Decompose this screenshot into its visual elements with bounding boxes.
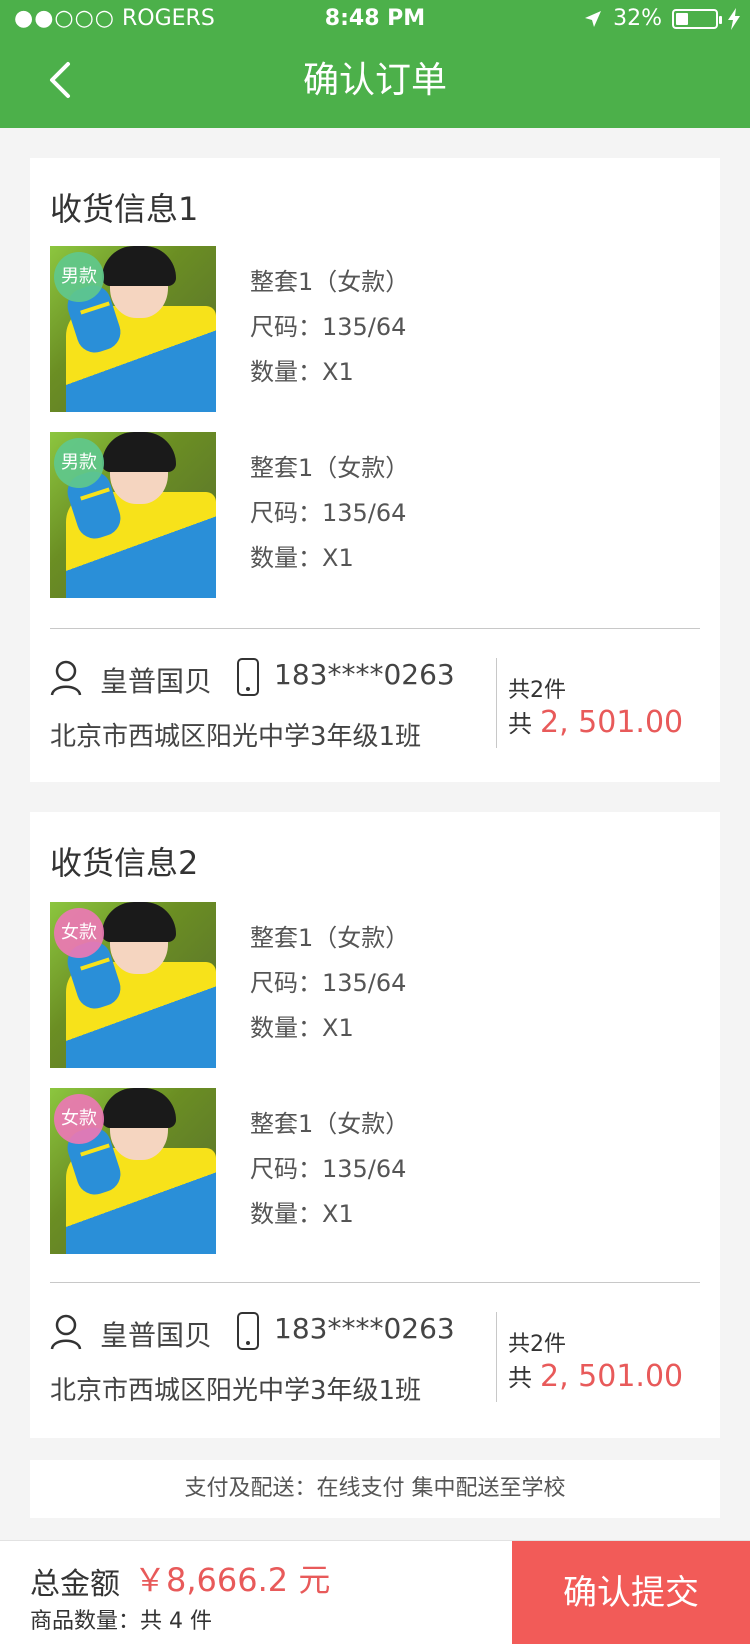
product-image: 女款 [50, 902, 216, 1068]
product-info: 整套1（女款） 尺码：135/64 数量：X1 [250, 450, 409, 585]
product-item[interactable]: 女款 整套1（女款） 尺码：135/64 数量：X1 [50, 1088, 700, 1254]
battery-percent: 32% [613, 6, 662, 31]
contact-name: 皇普国贝 [100, 1319, 213, 1352]
shipping-contact: 皇普国贝 183****0263 北京市西城区阳光中学3年级1班 共2件 共 2,… [50, 1312, 700, 1432]
product-size: 尺码：135/64 [250, 499, 407, 527]
charging-bolt-icon [728, 8, 740, 30]
phone-icon [237, 658, 259, 696]
contact-name: 皇普国贝 [100, 665, 213, 698]
contact-phone: 183****0263 [274, 1312, 455, 1345]
product-item[interactable]: 男款 整套1（女款） 尺码：135/64 数量：X1 [50, 432, 700, 598]
product-size: 尺码：135/64 [250, 969, 407, 997]
product-info: 整套1（女款） 尺码：135/64 数量：X1 [250, 1106, 409, 1241]
order-card-1: 收货信息1 男款 整套1（女款） 尺码：135/64 数量：X1 男款 整套1（… [30, 158, 720, 782]
product-name: 整套1（女款） [250, 454, 410, 482]
gender-badge: 女款 [54, 1094, 104, 1144]
vertical-divider [496, 658, 497, 748]
product-item[interactable]: 女款 整套1（女款） 尺码：135/64 数量：X1 [50, 902, 700, 1068]
vertical-divider [496, 1312, 497, 1402]
product-image: 男款 [50, 432, 216, 598]
product-qty: 数量：X1 [250, 1200, 354, 1228]
order-card-2: 收货信息2 女款 整套1（女款） 尺码：135/64 数量：X1 女款 整套1（… [30, 812, 720, 1438]
product-qty: 数量：X1 [250, 544, 354, 572]
gender-badge: 女款 [54, 908, 104, 958]
submit-order-button[interactable]: 确认提交 [512, 1541, 750, 1644]
product-qty: 数量：X1 [250, 1014, 354, 1042]
contact-address: 北京市西城区阳光中学3年级1班 [50, 1376, 422, 1406]
person-icon [50, 660, 82, 696]
order-subtotal: 共 2, 501.00 [508, 1358, 683, 1394]
location-arrow-icon [585, 11, 602, 27]
contact-address: 北京市西城区阳光中学3年级1班 [50, 722, 422, 752]
item-count: 共2件 [508, 1332, 566, 1357]
status-right: 32% [583, 0, 740, 38]
checkout-footer: 总金额 ￥8,666.2 元 商品数量：共 4 件 确认提交 [0, 1540, 750, 1644]
page-title: 确认订单 [302, 60, 447, 101]
person-icon [50, 1314, 82, 1350]
gender-badge: 男款 [54, 252, 104, 302]
status-bar: ●●○○○ ROGERS 8:48 PM 32% [0, 0, 750, 38]
total-label: 总金额 [30, 1567, 120, 1602]
order-card-title: 收货信息1 [50, 190, 199, 228]
subtotal-amount: 2, 501.00 [540, 1359, 684, 1394]
product-image: 女款 [50, 1088, 216, 1254]
battery-icon [672, 9, 722, 29]
total-quantity: 商品数量：共 4 件 [30, 1609, 212, 1634]
total-amount: ￥8,666.2 元 [134, 1561, 331, 1599]
order-card-title: 收货信息2 [50, 844, 199, 882]
subtotal-prefix: 共 [508, 1364, 532, 1392]
divider [50, 628, 700, 629]
product-size: 尺码：135/64 [250, 313, 407, 341]
product-size: 尺码：135/64 [250, 1155, 407, 1183]
divider [50, 1282, 700, 1283]
shipping-contact: 皇普国贝 183****0263 北京市西城区阳光中学3年级1班 共2件 共 2,… [50, 658, 700, 778]
product-name: 整套1（女款） [250, 268, 410, 296]
product-name: 整套1（女款） [250, 924, 410, 952]
subtotal-amount: 2, 501.00 [540, 705, 684, 740]
item-count: 共2件 [508, 678, 566, 703]
phone-icon [237, 1312, 259, 1350]
top-bar: ●●○○○ ROGERS 8:48 PM 32% 确认订单 [0, 0, 750, 128]
gender-badge: 男款 [54, 438, 104, 488]
order-subtotal: 共 2, 501.00 [508, 704, 683, 740]
contact-phone: 183****0263 [274, 658, 455, 691]
subtotal-prefix: 共 [508, 710, 532, 738]
payment-delivery-info: 支付及配送：在线支付 集中配送至学校 [30, 1460, 720, 1518]
product-image: 男款 [50, 246, 216, 412]
product-name: 整套1（女款） [250, 1110, 410, 1138]
product-info: 整套1（女款） 尺码：135/64 数量：X1 [250, 264, 409, 399]
nav-bar: 确认订单 [0, 38, 750, 128]
product-info: 整套1（女款） 尺码：135/64 数量：X1 [250, 920, 409, 1055]
product-item[interactable]: 男款 整套1（女款） 尺码：135/64 数量：X1 [50, 246, 700, 412]
product-qty: 数量：X1 [250, 358, 354, 386]
